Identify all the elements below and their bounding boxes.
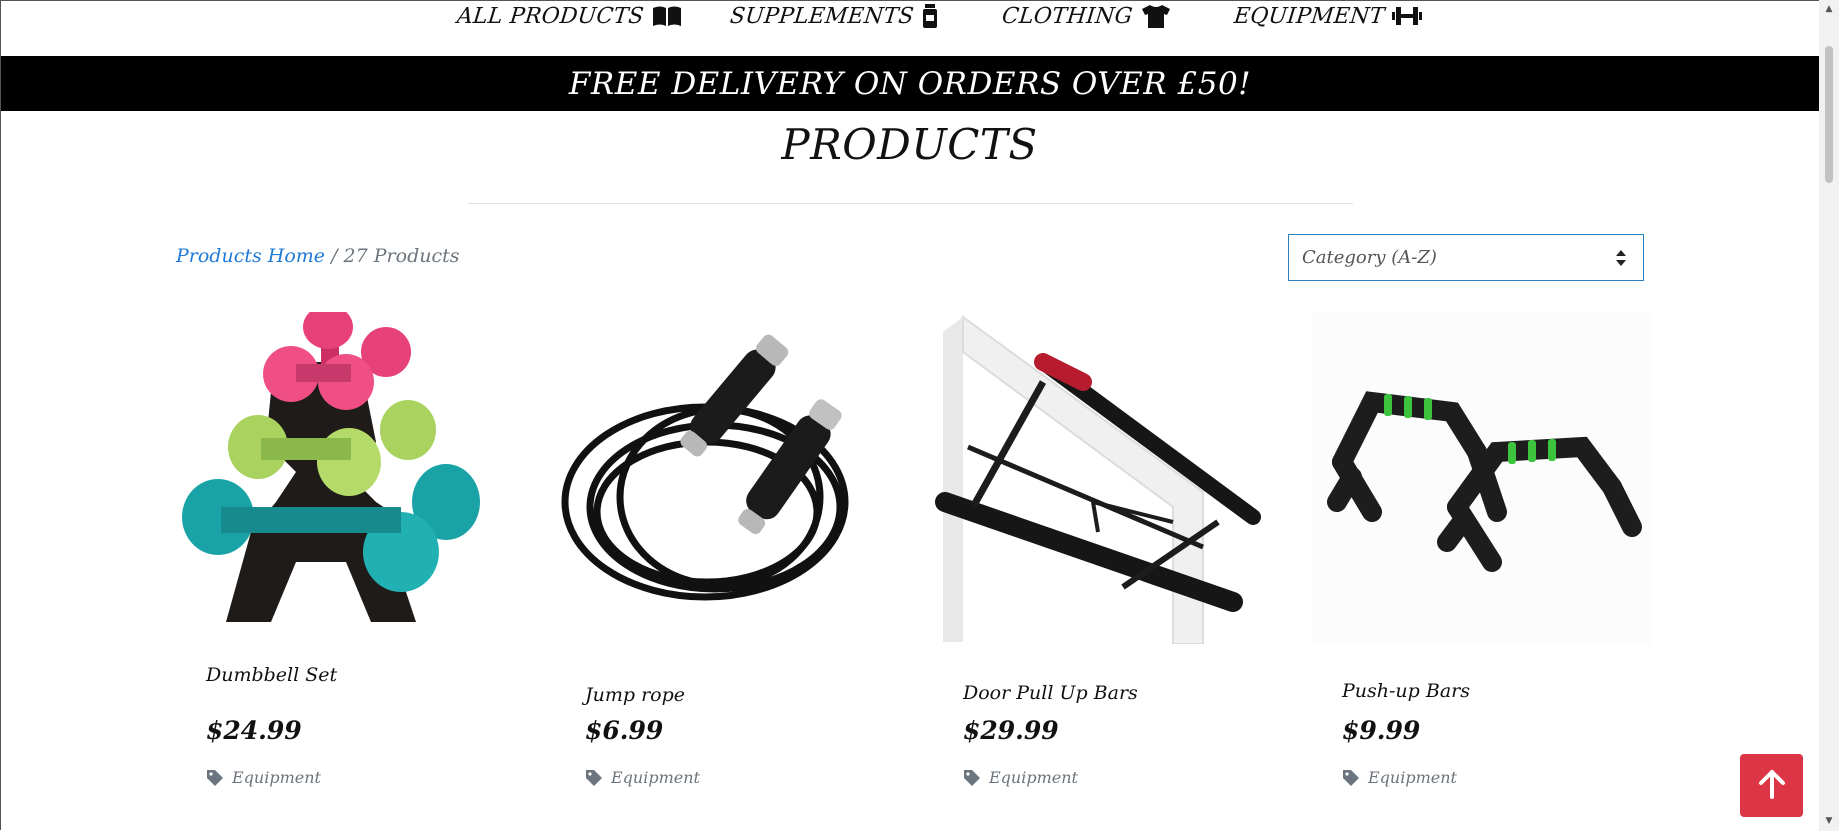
arrow-up-icon — [1758, 769, 1786, 803]
free-delivery-banner: FREE DELIVERY ON ORDERS OVER £50! — [1, 56, 1819, 111]
book-open-icon — [652, 5, 682, 27]
tag-icon — [963, 769, 981, 787]
dumbbell-icon — [1392, 5, 1423, 27]
product-category-label: Equipment — [989, 768, 1078, 787]
breadcrumb-separator: / — [331, 245, 338, 267]
product-count: 27 Products — [343, 245, 460, 267]
sort-arrows-icon — [1615, 249, 1627, 267]
tag-icon — [1342, 769, 1360, 787]
back-to-top-button[interactable] — [1740, 754, 1803, 817]
tag-icon — [585, 769, 603, 787]
product-category-label: Equipment — [611, 768, 700, 787]
product-category[interactable]: Equipment — [963, 768, 1078, 787]
nav-equipment-label: EQUIPMENT — [1232, 3, 1386, 29]
product-category[interactable]: Equipment — [585, 768, 700, 787]
product-category[interactable]: Equipment — [206, 768, 321, 787]
product-category-label: Equipment — [232, 768, 321, 787]
nav-all-products[interactable]: ALL PRODUCTS — [455, 2, 682, 30]
scrollbar-thumb[interactable] — [1825, 46, 1833, 183]
scroll-up-icon[interactable]: ▲ — [1824, 4, 1834, 14]
title-divider — [468, 203, 1353, 204]
pull-up-bar-image[interactable] — [933, 312, 1273, 645]
product-category-label: Equipment — [1368, 768, 1457, 787]
tshirt-icon — [1140, 4, 1172, 28]
dumbbell-set-image[interactable] — [176, 305, 516, 644]
sort-selected-value: Category (A-Z) — [1302, 247, 1437, 268]
product-category[interactable]: Equipment — [1342, 768, 1457, 787]
product-price: $29.99 — [963, 716, 1059, 745]
tag-icon — [206, 769, 224, 787]
sort-select[interactable]: Category (A-Z) — [1288, 234, 1644, 281]
breadcrumb: Products Home / 27 Products — [176, 245, 460, 267]
nav-supplements[interactable]: SUPPLEMENTS — [728, 2, 938, 30]
nav-equipment[interactable]: EQUIPMENT — [1232, 2, 1423, 30]
jump-rope-image[interactable] — [555, 312, 895, 644]
nav-all-products-label: ALL PRODUCTS — [455, 3, 645, 29]
product-name[interactable]: Door Pull Up Bars — [963, 682, 1138, 704]
product-name[interactable]: Jump rope — [585, 684, 685, 706]
scroll-down-icon[interactable]: ▼ — [1824, 816, 1834, 826]
bottle-icon — [922, 4, 938, 28]
vertical-scrollbar[interactable]: ▲ ▼ — [1819, 0, 1839, 831]
nav-supplements-label: SUPPLEMENTS — [728, 3, 915, 29]
product-name[interactable]: Push-up Bars — [1342, 680, 1470, 702]
page-title: PRODUCTS — [781, 120, 1038, 169]
product-price: $9.99 — [1342, 716, 1421, 745]
product-price: $6.99 — [585, 716, 664, 745]
breadcrumb-products-home-link[interactable]: Products Home — [176, 245, 325, 267]
product-price: $24.99 — [206, 716, 302, 745]
product-name[interactable]: Dumbbell Set — [206, 664, 337, 686]
nav-clothing-label: CLOTHING — [1000, 3, 1134, 29]
push-up-bars-image[interactable] — [1312, 312, 1652, 644]
banner-text: FREE DELIVERY ON ORDERS OVER £50! — [568, 65, 1252, 102]
nav-clothing[interactable]: CLOTHING — [1000, 2, 1172, 30]
main-nav: ALL PRODUCTS SUPPLEMENTS CLOTHING EQUIPM… — [0, 0, 1819, 56]
